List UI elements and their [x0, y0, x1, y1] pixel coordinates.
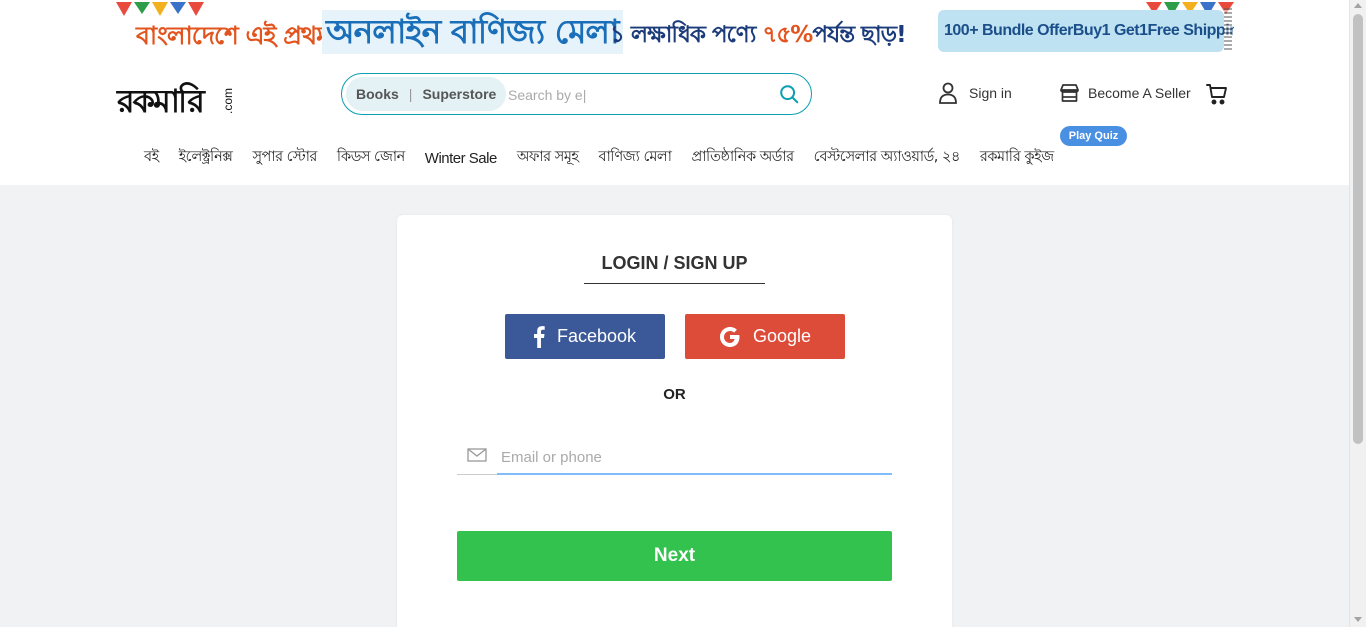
search-input[interactable] — [508, 82, 768, 108]
google-label: Google — [752, 326, 812, 346]
logo-suffix: .com — [221, 87, 235, 114]
nav-item-books[interactable]: বই — [144, 146, 159, 170]
google-login-button[interactable]: Google — [685, 314, 845, 359]
scroll-down-arrow-icon[interactable] — [1354, 617, 1362, 622]
login-title: LOGIN / SIGN UP — [601, 253, 748, 273]
search-cat-books[interactable]: Books — [356, 86, 399, 102]
logo-text: রকমারি — [117, 82, 205, 120]
nav-item-winter-sale[interactable]: Winter Sale — [425, 150, 498, 167]
search-cat-superstore[interactable]: Superstore — [422, 86, 496, 102]
nav-item-kids-zone[interactable]: কিডস জোন — [337, 146, 405, 170]
nav-item-trade-fair[interactable]: বাণিজ্য মেলা — [599, 146, 672, 170]
banner-offers: 100+ Bundle Offer Buy1 Get1 Free Shippin… — [938, 10, 1234, 52]
promo-banner[interactable]: বাংলাদেশে এই প্রথম অনলাইন বাণিজ্য মেলা ১… — [116, 2, 1234, 62]
search-icon[interactable] — [778, 83, 800, 105]
main-nav: বই ইলেক্ট্রনিক্স সুপার স্টোর কিডস জোন Wi… — [134, 144, 1064, 172]
email-icon-underline — [457, 474, 497, 475]
search-bar: Books | Superstore — [341, 73, 812, 115]
nav-item-quiz[interactable]: রকমারি কুইজ — [980, 146, 1054, 170]
banner-side-strip — [1224, 8, 1232, 52]
nav-item-bestseller-award[interactable]: বেস্টসেলার অ্যাওয়ার্ড, ২৪ — [814, 146, 961, 170]
email-or-phone-input[interactable] — [497, 442, 892, 475]
banner-text-right: ১ লক্ষাধিক পণ্যে ৭৫%পর্যন্ত ছাড়! — [610, 16, 907, 55]
nav-item-electronics[interactable]: ইলেক্ট্রনিক্স — [179, 146, 233, 170]
mail-icon — [467, 448, 487, 462]
scroll-up-arrow-icon[interactable] — [1354, 3, 1362, 8]
google-icon — [719, 326, 740, 347]
banner-offer-shipping: Free Shipping — [1147, 22, 1234, 39]
scroll-thumb[interactable] — [1353, 14, 1363, 444]
banner-offer-buy1get1: Buy1 Get1 — [1072, 22, 1148, 39]
signin-label: Sign in — [969, 85, 1012, 101]
site-logo[interactable]: রকমারি .com — [117, 74, 237, 120]
banner-percent: ৭৫% — [762, 22, 813, 48]
or-divider: OR — [663, 386, 686, 403]
search-cat-separator: | — [408, 86, 413, 102]
next-button[interactable]: Next — [457, 531, 892, 581]
search-category-toggle[interactable]: Books | Superstore — [346, 77, 507, 111]
banner-tail: পর্যন্ত ছাড়! — [812, 22, 906, 48]
nav-item-corporate-order[interactable]: প্রাতিষ্ঠানিক অর্ডার — [691, 146, 794, 170]
banner-count: ১ লক্ষাধিক পণ্যে — [610, 22, 756, 48]
banner-text-mid: অনলাইন বাণিজ্য মেলা — [322, 10, 623, 54]
play-quiz-badge[interactable]: Play Quiz — [1060, 126, 1127, 146]
facebook-login-button[interactable]: Facebook — [505, 314, 665, 359]
nav-item-offers[interactable]: অফার সমূহ — [517, 146, 579, 170]
store-icon — [1060, 84, 1079, 102]
page-scrollbar[interactable] — [1349, 0, 1366, 627]
nav-item-superstore[interactable]: সুপার স্টোর — [252, 146, 317, 170]
facebook-label: Facebook — [556, 326, 637, 346]
user-icon — [939, 82, 957, 104]
signin-link[interactable]: Sign in — [938, 82, 1012, 104]
cart-icon[interactable] — [1206, 83, 1228, 105]
facebook-icon — [533, 325, 545, 348]
become-seller-link[interactable]: Become A Seller — [1059, 83, 1191, 103]
login-card: LOGIN / SIGN UP Facebook Google OR Next — [397, 215, 952, 627]
site-header: বাংলাদেশে এই প্রথম অনলাইন বাণিজ্য মেলা ১… — [0, 0, 1349, 185]
banner-offer-bundle: 100+ Bundle Offer — [944, 22, 1073, 39]
banner-text-left: বাংলাদেশে এই প্রথম — [136, 21, 330, 50]
title-underline — [584, 283, 765, 284]
seller-label: Become A Seller — [1088, 85, 1191, 101]
